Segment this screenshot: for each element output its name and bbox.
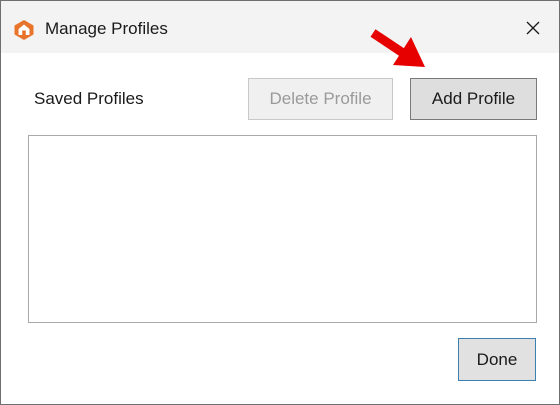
- close-button[interactable]: [513, 13, 553, 47]
- red-arrow-icon: [369, 27, 429, 71]
- done-button[interactable]: Done: [458, 338, 536, 381]
- home-shield-icon: [13, 19, 35, 41]
- saved-profiles-label: Saved Profiles: [34, 89, 144, 108]
- title-bar[interactable]: Manage Profiles: [1, 1, 559, 53]
- delete-profile-button[interactable]: Delete Profile: [248, 78, 393, 120]
- manage-profiles-dialog: Manage Profiles Saved Profiles Delete Pr…: [0, 0, 560, 405]
- add-profile-button[interactable]: Add Profile: [410, 78, 537, 120]
- close-icon: [525, 20, 541, 41]
- saved-profiles-list[interactable]: [28, 135, 537, 323]
- window-title: Manage Profiles: [45, 19, 168, 38]
